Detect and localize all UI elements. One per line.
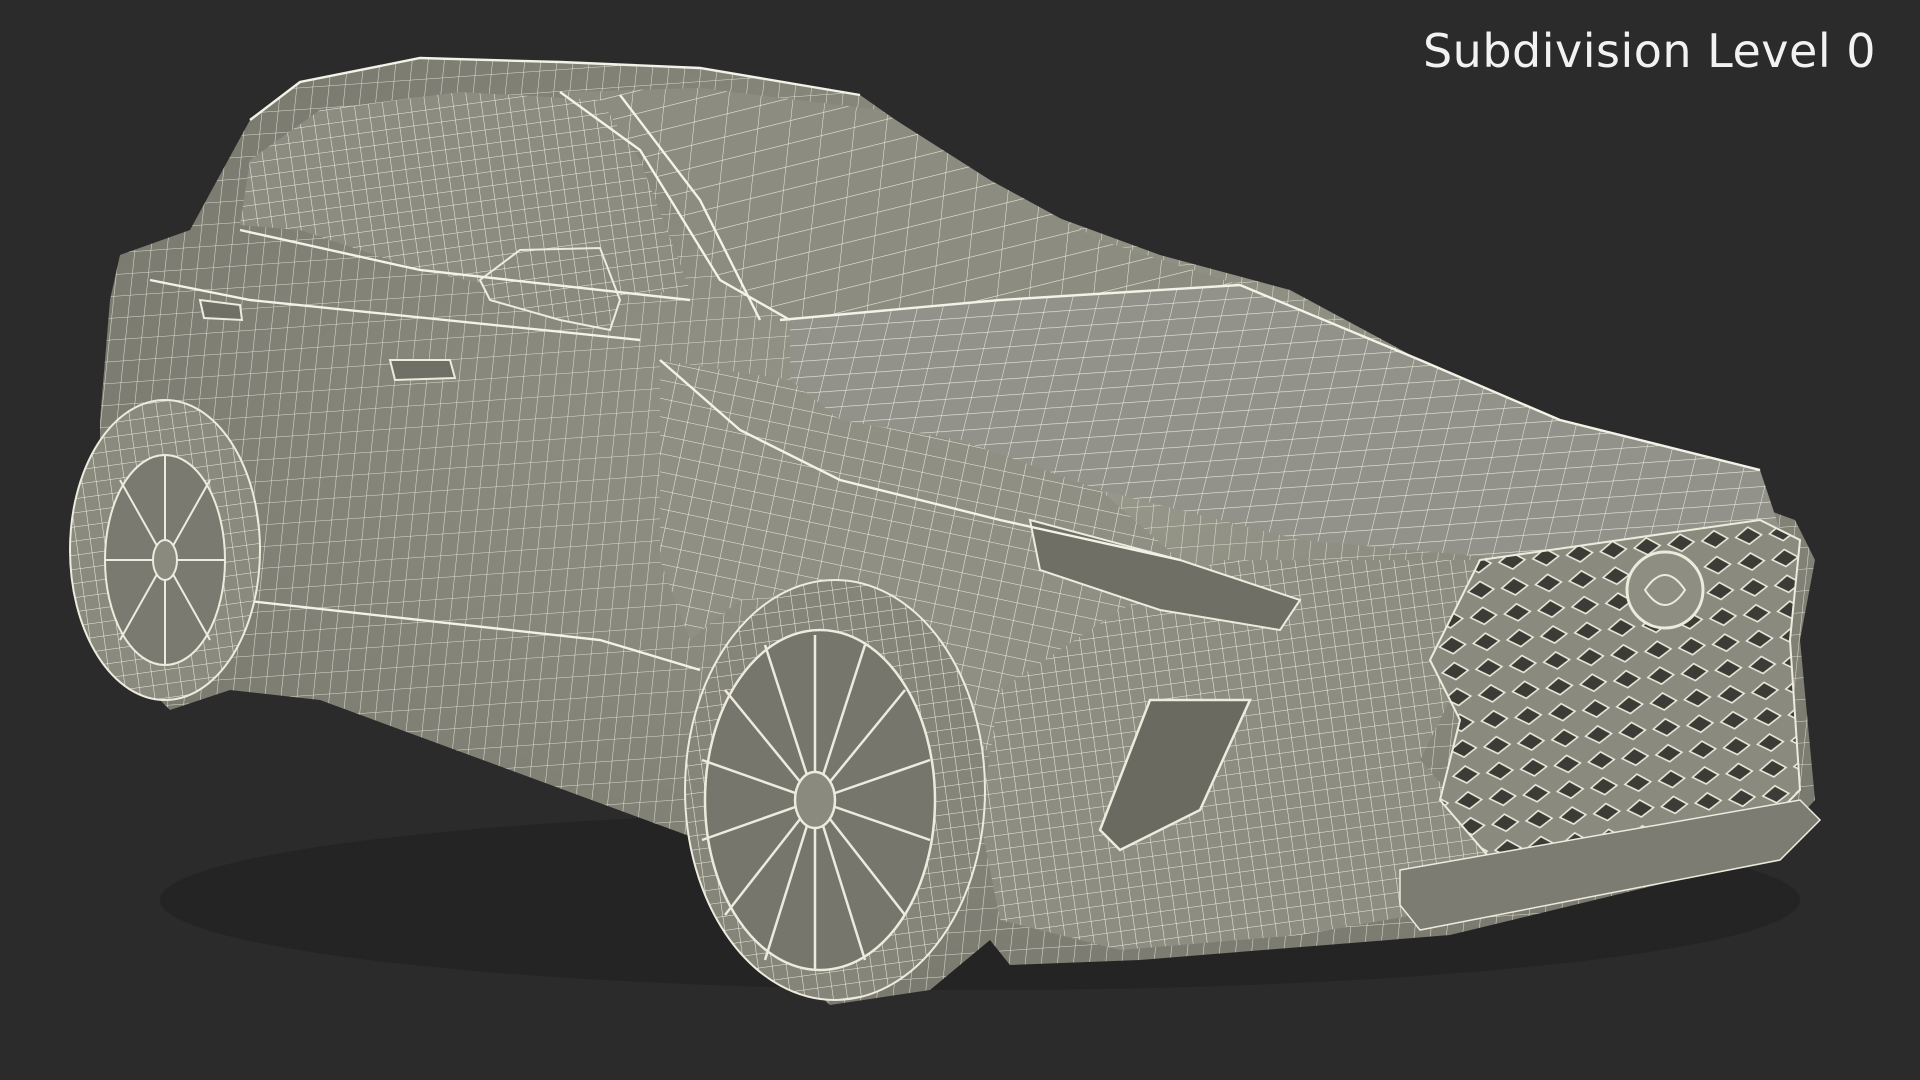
render-viewport: Subdivision Level 0	[0, 0, 1920, 1080]
rear-wheel	[69, 399, 261, 701]
door-handle	[388, 359, 457, 382]
front-wheel	[684, 579, 986, 1001]
subdivision-level-label: Subdivision Level 0	[1422, 24, 1876, 78]
badge-emblem	[1625, 550, 1705, 630]
wireframe-car-model	[69, 56, 1822, 1005]
